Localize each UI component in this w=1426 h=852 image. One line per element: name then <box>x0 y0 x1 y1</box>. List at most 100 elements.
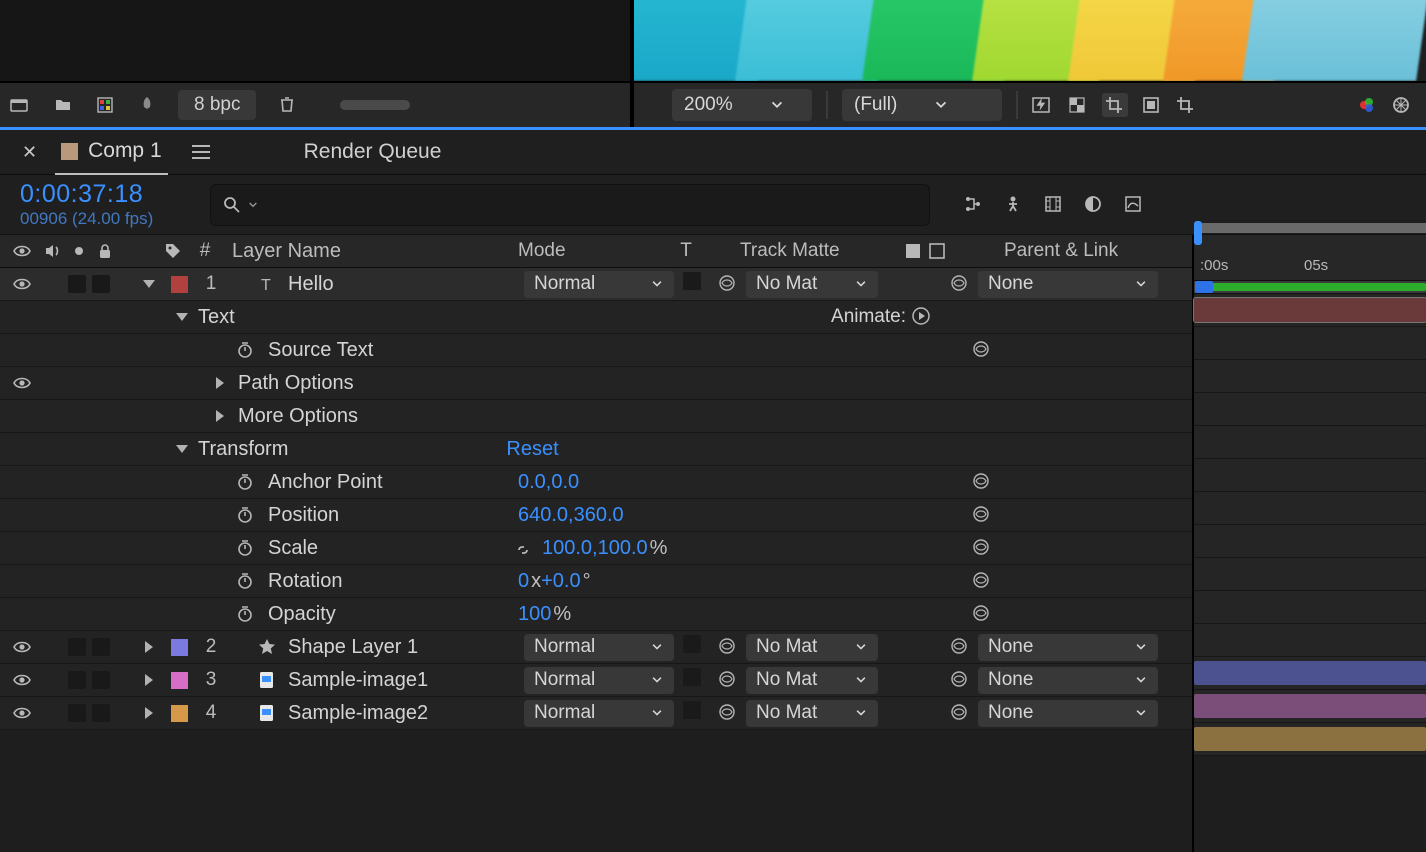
close-tab-icon[interactable]: ✕ <box>22 142 37 163</box>
solo-toggle[interactable] <box>68 704 86 722</box>
matte-pickwhip-icon[interactable] <box>718 670 738 690</box>
rotation-degrees[interactable]: +0.0 <box>541 570 580 593</box>
frame-blend-icon[interactable] <box>1044 195 1066 215</box>
lock-toggle[interactable] <box>92 275 110 293</box>
lock-toggle[interactable] <box>92 704 110 722</box>
resolution-dropdown[interactable]: (Full) <box>842 89 1002 121</box>
fast-preview-icon[interactable] <box>1032 96 1054 114</box>
expression-pickwhip-icon[interactable] <box>972 538 992 558</box>
rocket-icon[interactable] <box>138 96 156 114</box>
track-matte-dropdown[interactable]: No Mat <box>746 700 878 727</box>
stopwatch-icon[interactable] <box>236 605 254 623</box>
animate-menu-icon[interactable] <box>912 307 932 327</box>
audio-column-icon[interactable] <box>44 242 62 260</box>
scale-value[interactable]: 100.0,100.0 <box>542 537 648 560</box>
channel-icon[interactable] <box>1358 96 1378 114</box>
blend-mode-dropdown[interactable]: Normal <box>524 634 674 661</box>
prop-rotation[interactable]: Rotation 0 x +0.0 ° <box>0 565 1192 598</box>
playhead[interactable] <box>1195 281 1213 293</box>
anchor-value[interactable]: 0.0,0.0 <box>518 471 579 494</box>
index-column-header[interactable]: # <box>188 240 222 262</box>
twirl-icon[interactable] <box>176 313 188 321</box>
layer-name[interactable]: Sample-image1 <box>288 669 428 692</box>
twirl-icon[interactable] <box>216 377 224 389</box>
new-folder-icon[interactable] <box>54 96 74 114</box>
parent-dropdown[interactable]: None <box>978 634 1158 661</box>
parent-pickwhip-icon[interactable] <box>950 274 970 294</box>
expression-pickwhip-icon[interactable] <box>972 604 992 624</box>
toggle-video-icon[interactable] <box>13 275 31 293</box>
group-more-options[interactable]: More Options <box>0 400 1192 433</box>
label-swatch[interactable] <box>171 672 188 689</box>
lock-toggle[interactable] <box>92 638 110 656</box>
matte-pickwhip-icon[interactable] <box>718 274 738 294</box>
constrain-proportions-icon[interactable] <box>514 541 534 555</box>
video-column-icon[interactable] <box>13 242 31 260</box>
parent-pickwhip-icon[interactable] <box>950 637 970 657</box>
draft3d-icon[interactable] <box>1004 195 1026 215</box>
stopwatch-icon[interactable] <box>236 506 254 524</box>
time-navigator[interactable] <box>1202 223 1426 233</box>
work-area[interactable] <box>1196 283 1426 291</box>
solo-toggle[interactable] <box>68 638 86 656</box>
mode-header[interactable]: Mode <box>518 240 668 262</box>
stopwatch-icon[interactable] <box>236 539 254 557</box>
blend-mode-dropdown[interactable]: Normal <box>524 271 674 298</box>
time-navigator-start[interactable] <box>1194 221 1202 245</box>
solo-toggle[interactable] <box>68 671 86 689</box>
mask-visibility-icon[interactable] <box>1102 93 1128 117</box>
preserve-transp-toggle[interactable] <box>683 701 701 719</box>
delete-icon[interactable] <box>278 95 298 115</box>
composition-preview[interactable] <box>634 0 1426 81</box>
parent-pickwhip-icon[interactable] <box>950 670 970 690</box>
transform-reset[interactable]: Reset <box>506 438 558 461</box>
track-matte-dropdown[interactable]: No Mat <box>746 634 878 661</box>
parent-pickwhip-icon[interactable] <box>950 703 970 723</box>
prop-anchor-point[interactable]: Anchor Point 0.0,0.0 <box>0 466 1192 499</box>
preserve-transp-toggle[interactable] <box>683 635 701 653</box>
new-comp-icon[interactable] <box>96 96 116 114</box>
solo-column-icon[interactable] <box>70 242 88 260</box>
layer-row-4[interactable]: 4 Sample-image2 Normal No Mat None <box>0 697 1192 730</box>
group-transform[interactable]: Transform Reset <box>0 433 1192 466</box>
time-ruler[interactable]: :00s 05s <box>1194 249 1426 281</box>
preserve-transp-toggle[interactable] <box>683 272 701 290</box>
layer-name[interactable]: Hello <box>288 273 334 296</box>
current-timecode[interactable]: 0:00:37:18 <box>20 180 196 209</box>
zoom-dropdown[interactable]: 200% <box>672 89 812 121</box>
layer-name[interactable]: Shape Layer 1 <box>288 636 418 659</box>
rotation-revolutions[interactable]: 0 <box>518 570 529 593</box>
roi-icon[interactable] <box>1142 96 1162 114</box>
interpret-footage-icon[interactable] <box>10 96 32 114</box>
project-bpc-button[interactable]: 8 bpc <box>178 90 256 120</box>
layer-row-3[interactable]: 3 Sample-image1 Normal No Mat None <box>0 664 1192 697</box>
group-text[interactable]: Text Animate: <box>0 301 1192 334</box>
parent-dropdown[interactable]: None <box>978 271 1158 298</box>
timeline-search[interactable] <box>210 184 930 226</box>
motion-blur-icon[interactable] <box>1084 195 1106 215</box>
comp-flowchart-icon[interactable] <box>964 195 986 215</box>
expression-pickwhip-icon[interactable] <box>972 571 992 591</box>
preserve-transparency-icon[interactable] <box>904 242 922 260</box>
trackmatte-t-header[interactable]: T <box>668 240 704 262</box>
stopwatch-icon[interactable] <box>236 473 254 491</box>
tab-comp1[interactable]: Comp 1 <box>55 130 168 175</box>
group-path-options[interactable]: Path Options <box>0 367 1192 400</box>
toggle-video-icon[interactable] <box>13 704 31 722</box>
label-swatch[interactable] <box>171 705 188 722</box>
parent-dropdown[interactable]: None <box>978 700 1158 727</box>
prop-opacity[interactable]: Opacity 100 % <box>0 598 1192 631</box>
layer-bar-4[interactable] <box>1194 727 1426 751</box>
twirl-icon[interactable] <box>176 445 188 453</box>
parent-link-header[interactable]: Parent & Link <box>1004 240 1184 262</box>
twirl-icon[interactable] <box>145 641 153 653</box>
matte-pickwhip-icon[interactable] <box>718 703 738 723</box>
transparency-grid-icon[interactable] <box>1068 96 1088 114</box>
track-matte-dropdown[interactable]: No Mat <box>746 271 878 298</box>
layer-row-1[interactable]: 1 Hello Normal No Mat None <box>0 268 1192 301</box>
track-matte-dropdown[interactable]: No Mat <box>746 667 878 694</box>
blend-mode-dropdown[interactable]: Normal <box>524 700 674 727</box>
lock-toggle[interactable] <box>92 671 110 689</box>
label-swatch[interactable] <box>171 276 188 293</box>
layer-bar-2[interactable] <box>1194 661 1426 685</box>
